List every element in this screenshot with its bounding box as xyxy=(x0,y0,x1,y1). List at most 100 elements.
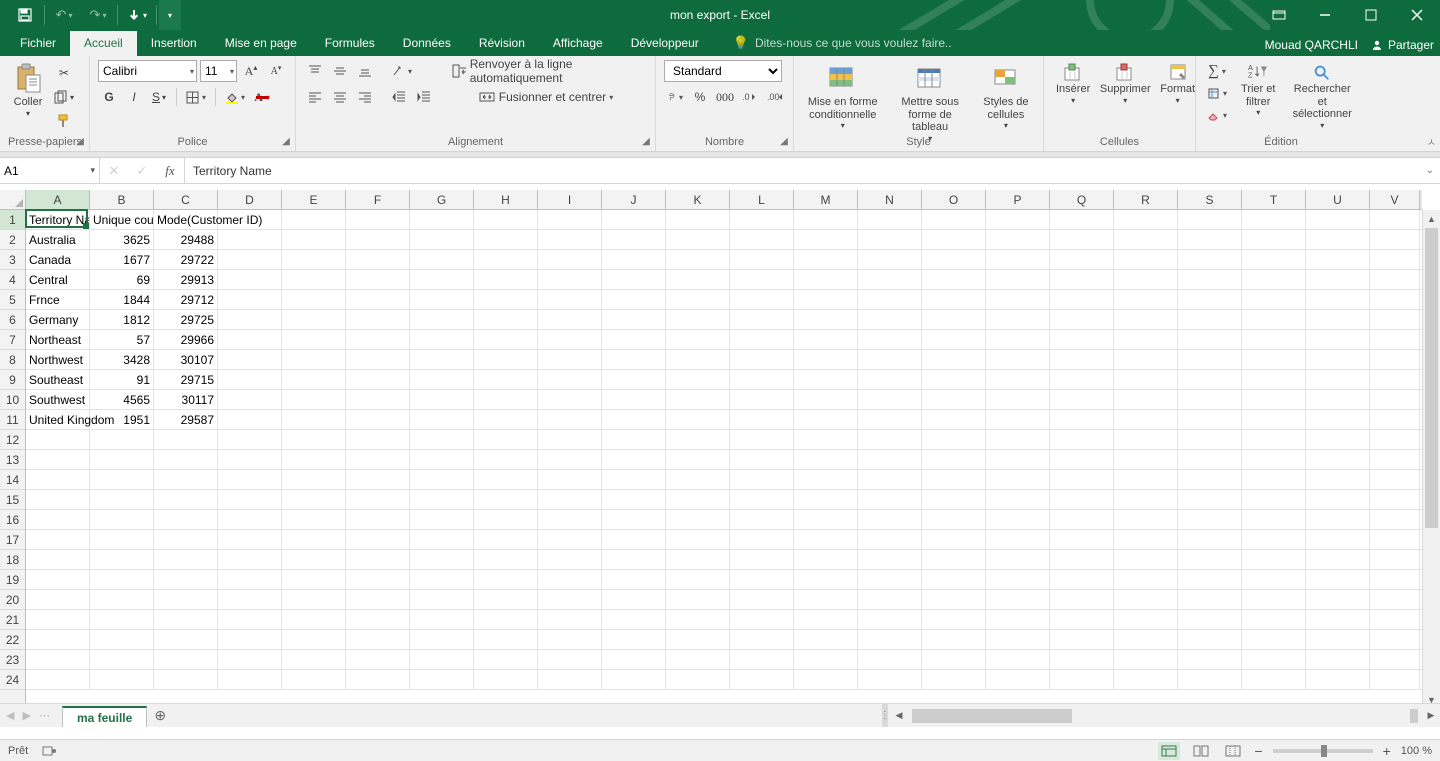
align-top-icon[interactable] xyxy=(304,60,326,82)
cell[interactable] xyxy=(986,450,1050,469)
cell[interactable] xyxy=(218,610,282,629)
normal-view-icon[interactable] xyxy=(1158,742,1180,760)
cell[interactable] xyxy=(1306,510,1370,529)
cell[interactable] xyxy=(474,490,538,509)
cell[interactable] xyxy=(538,610,602,629)
cell[interactable] xyxy=(410,670,474,689)
cell[interactable] xyxy=(1370,650,1420,669)
cell[interactable] xyxy=(218,210,282,229)
cell[interactable] xyxy=(666,610,730,629)
select-all-corner[interactable] xyxy=(0,190,26,210)
cell[interactable] xyxy=(602,390,666,409)
cell[interactable] xyxy=(1050,410,1114,429)
cell[interactable] xyxy=(1242,350,1306,369)
cell[interactable] xyxy=(602,270,666,289)
cell[interactable] xyxy=(1050,230,1114,249)
cell[interactable] xyxy=(794,570,858,589)
cell[interactable] xyxy=(1306,350,1370,369)
cell[interactable] xyxy=(282,470,346,489)
cell[interactable] xyxy=(154,430,218,449)
cell[interactable] xyxy=(538,510,602,529)
cell[interactable] xyxy=(90,490,154,509)
zoom-slider[interactable] xyxy=(1273,749,1373,753)
cell[interactable] xyxy=(218,550,282,569)
cell[interactable] xyxy=(218,470,282,489)
underline-button[interactable]: S▾ xyxy=(148,86,170,108)
cancel-formula-icon[interactable]: ✕ xyxy=(100,163,128,179)
cell[interactable]: 4565 xyxy=(90,390,154,409)
cell[interactable] xyxy=(1178,570,1242,589)
cell[interactable] xyxy=(1178,550,1242,569)
cell[interactable] xyxy=(858,390,922,409)
cell[interactable] xyxy=(858,230,922,249)
redo-icon[interactable]: ↷▾ xyxy=(81,0,115,30)
cell[interactable] xyxy=(346,470,410,489)
cell[interactable] xyxy=(1114,310,1178,329)
cell[interactable] xyxy=(538,270,602,289)
cell[interactable]: Australia xyxy=(26,230,90,249)
cell[interactable] xyxy=(858,290,922,309)
cell[interactable] xyxy=(154,450,218,469)
cell[interactable] xyxy=(346,370,410,389)
cell[interactable] xyxy=(858,210,922,229)
cell[interactable] xyxy=(1114,290,1178,309)
cell[interactable] xyxy=(1178,230,1242,249)
cell[interactable] xyxy=(858,510,922,529)
column-header[interactable]: L xyxy=(730,190,794,209)
zoom-out-icon[interactable]: − xyxy=(1254,743,1262,759)
minimize-icon[interactable] xyxy=(1302,0,1348,30)
cell[interactable] xyxy=(1050,250,1114,269)
cell[interactable] xyxy=(410,650,474,669)
cell[interactable] xyxy=(474,410,538,429)
autosum-icon[interactable]: ∑ xyxy=(1204,60,1230,82)
cell[interactable] xyxy=(1178,470,1242,489)
cell[interactable] xyxy=(538,450,602,469)
cell[interactable] xyxy=(1178,290,1242,309)
cell[interactable] xyxy=(1178,270,1242,289)
cell[interactable] xyxy=(1306,430,1370,449)
cell[interactable] xyxy=(218,430,282,449)
cell[interactable] xyxy=(794,230,858,249)
cell[interactable] xyxy=(666,310,730,329)
cell[interactable] xyxy=(858,350,922,369)
cell[interactable] xyxy=(858,250,922,269)
cell[interactable] xyxy=(282,650,346,669)
cell[interactable] xyxy=(1050,350,1114,369)
row-header[interactable]: 11 xyxy=(0,410,25,430)
cell[interactable] xyxy=(1370,230,1420,249)
cell[interactable] xyxy=(410,270,474,289)
cell[interactable] xyxy=(1178,410,1242,429)
cell[interactable]: 69 xyxy=(90,270,154,289)
cell[interactable] xyxy=(90,590,154,609)
cell[interactable] xyxy=(922,310,986,329)
cell[interactable] xyxy=(858,310,922,329)
cell[interactable] xyxy=(538,570,602,589)
align-left-icon[interactable] xyxy=(304,86,326,108)
cell[interactable] xyxy=(666,450,730,469)
cell[interactable] xyxy=(26,490,90,509)
cell[interactable] xyxy=(90,610,154,629)
cell[interactable] xyxy=(26,510,90,529)
cell[interactable] xyxy=(1050,510,1114,529)
cell[interactable] xyxy=(346,350,410,369)
cell[interactable] xyxy=(1370,310,1420,329)
cell[interactable] xyxy=(1178,590,1242,609)
cell[interactable] xyxy=(538,530,602,549)
cell[interactable] xyxy=(666,570,730,589)
column-header[interactable]: V xyxy=(1370,190,1420,209)
cell[interactable] xyxy=(922,670,986,689)
cell[interactable] xyxy=(1370,370,1420,389)
cell[interactable] xyxy=(538,350,602,369)
row-header[interactable]: 18 xyxy=(0,550,25,570)
cell[interactable]: Southeast xyxy=(26,370,90,389)
cell[interactable] xyxy=(986,350,1050,369)
cell[interactable] xyxy=(410,430,474,449)
cell[interactable]: 3428 xyxy=(90,350,154,369)
cell[interactable] xyxy=(1114,390,1178,409)
cell[interactable] xyxy=(218,490,282,509)
column-header[interactable]: D xyxy=(218,190,282,209)
cell[interactable] xyxy=(1050,590,1114,609)
cell[interactable] xyxy=(1306,650,1370,669)
cell[interactable] xyxy=(666,490,730,509)
cell[interactable] xyxy=(1050,390,1114,409)
